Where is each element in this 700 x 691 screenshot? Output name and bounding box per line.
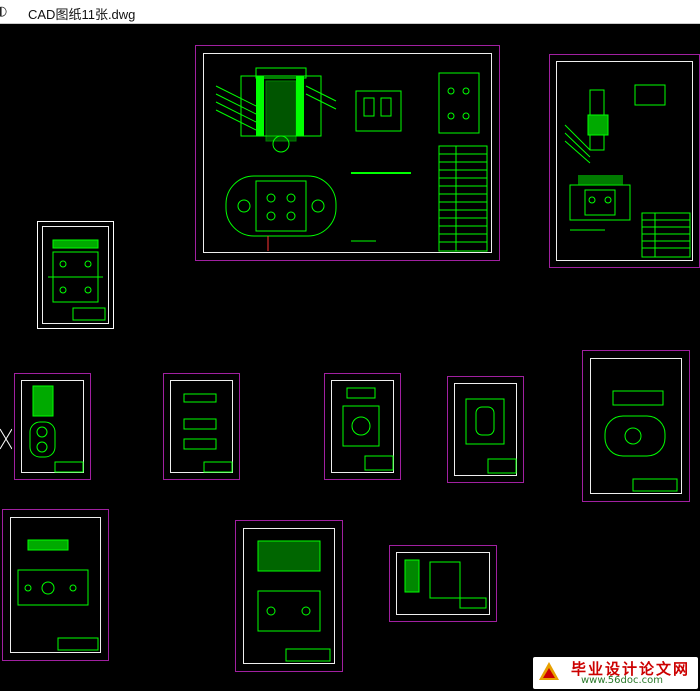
drawing-sheet-assembly[interactable] xyxy=(195,45,500,261)
part-2-drawing-graphic xyxy=(29,385,84,473)
drawing-sheet-part-6[interactable] xyxy=(582,350,690,502)
part-6-drawing-graphic xyxy=(604,390,678,492)
drawing-sheet-fixture[interactable] xyxy=(549,54,700,268)
drawing-sheet-part-5[interactable] xyxy=(447,376,524,483)
part-7-drawing-graphic xyxy=(17,539,99,651)
autocad-file-icon: ◐ xyxy=(0,4,8,19)
part-1-drawing-graphic xyxy=(48,239,106,321)
part-5-drawing-graphic xyxy=(465,398,517,474)
drawing-sheet-part-4[interactable] xyxy=(324,373,401,480)
part-4-drawing-graphic xyxy=(342,387,394,471)
drawing-canvas[interactable]: 毕业设计论文网 www.56doc.com xyxy=(0,24,700,691)
drawing-sheet-part-7[interactable] xyxy=(2,509,109,661)
watermark-url: www.56doc.com xyxy=(581,675,664,686)
watermark-logo-icon xyxy=(539,662,559,680)
drawing-sheet-part-9[interactable] xyxy=(389,545,497,622)
part-8-drawing-graphic xyxy=(257,540,331,662)
close-x-mark-icon xyxy=(0,428,12,450)
watermark-banner: 毕业设计论文网 www.56doc.com xyxy=(533,657,698,689)
part-9-drawing-graphic xyxy=(404,559,487,609)
drawing-sheet-part-2[interactable] xyxy=(14,373,91,480)
drawing-sheet-part-1[interactable] xyxy=(37,221,114,329)
fixture-drawing-graphic xyxy=(564,84,691,258)
title-bar: ◐ CAD图纸11张.dwg xyxy=(0,0,700,24)
window-title: CAD图纸11张.dwg xyxy=(28,7,136,22)
drawing-sheet-part-3[interactable] xyxy=(163,373,240,480)
assembly-drawing-graphic xyxy=(215,67,488,252)
drawing-sheet-part-8[interactable] xyxy=(235,520,343,672)
part-3-drawing-graphic xyxy=(183,393,233,473)
